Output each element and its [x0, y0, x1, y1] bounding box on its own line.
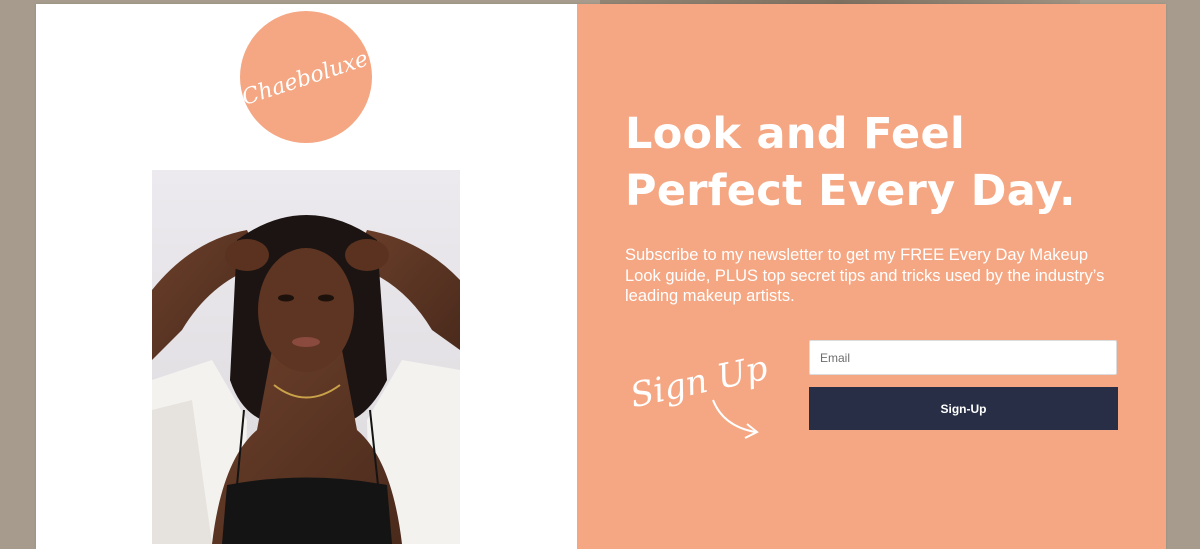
popup-headline: Look and Feel Perfect Every Day. — [625, 106, 1145, 220]
headline-line-2: Perfect Every Day. — [625, 166, 1076, 216]
popup-right-panel: Look and Feel Perfect Every Day. Subscri… — [577, 4, 1166, 549]
sign-up-button[interactable]: Sign-Up — [809, 387, 1118, 430]
model-portrait-photo — [152, 170, 460, 544]
newsletter-popup: Chaeboluxe Look and Feel Perfect Every D… — [36, 4, 1166, 549]
sign-up-script-label: Sign Up — [627, 348, 771, 439]
email-field[interactable] — [809, 340, 1117, 375]
sign-up-script-text: Sign Up — [627, 348, 771, 416]
brand-logo-wordmark: Chaeboluxe — [240, 46, 371, 110]
headline-line-1: Look and Feel — [625, 109, 966, 159]
brand-logo-text: Chaeboluxe — [240, 46, 371, 110]
newsletter-description: Subscribe to my newsletter to get my FRE… — [625, 246, 1105, 305]
brand-logo: Chaeboluxe — [240, 11, 372, 143]
arrow-icon — [712, 399, 756, 433]
portrait-image — [152, 170, 460, 544]
popup-left-panel: Chaeboluxe — [36, 4, 577, 549]
